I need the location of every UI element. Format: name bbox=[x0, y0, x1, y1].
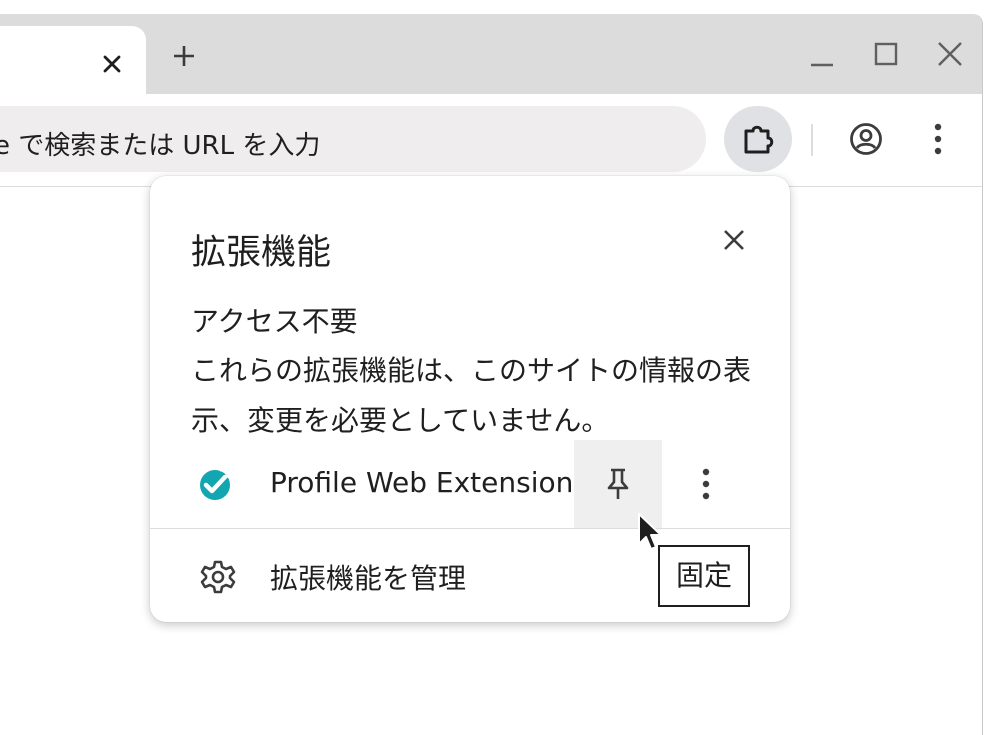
gear-icon bbox=[200, 560, 236, 594]
maximize-icon bbox=[874, 42, 898, 66]
close-icon bbox=[938, 42, 962, 66]
close-icon bbox=[103, 55, 121, 73]
maximize-button[interactable] bbox=[868, 36, 904, 72]
tab-strip bbox=[0, 14, 982, 94]
more-vert-icon bbox=[702, 468, 710, 500]
toolbar-separator bbox=[811, 124, 813, 156]
pin-icon bbox=[607, 468, 629, 499]
browser-menu-button[interactable] bbox=[916, 117, 960, 161]
more-vert-icon bbox=[934, 123, 942, 155]
extension-name: Profile Web Extension bbox=[270, 466, 574, 499]
manage-extensions-label: 拡張機能を管理 bbox=[270, 562, 467, 595]
section-description: これらの拡張機能は、このサイトの情報の表示、変更を必要としていません。 bbox=[191, 354, 752, 437]
profile-button[interactable] bbox=[844, 117, 888, 161]
close-icon bbox=[724, 230, 744, 250]
active-tab[interactable] bbox=[0, 26, 146, 94]
address-bar-placeholder: e で検索または URL を入力 bbox=[0, 131, 321, 161]
popup-close-button[interactable] bbox=[714, 220, 754, 260]
toolbar: e で検索または URL を入力 bbox=[0, 94, 982, 187]
popup-title: 拡張機能 bbox=[191, 233, 332, 273]
tab-close-button[interactable] bbox=[96, 48, 128, 80]
minimize-icon bbox=[811, 63, 833, 67]
address-bar[interactable]: e で検索または URL を入力 bbox=[0, 106, 706, 172]
desktop-background bbox=[982, 0, 1000, 735]
check-badge-icon bbox=[200, 468, 234, 500]
extension-more-button[interactable] bbox=[686, 462, 726, 506]
new-tab-button[interactable] bbox=[166, 38, 202, 74]
mouse-cursor-icon bbox=[638, 513, 662, 550]
window-close-button[interactable] bbox=[932, 36, 968, 72]
minimize-button[interactable] bbox=[804, 36, 840, 72]
account-circle-icon bbox=[850, 123, 882, 155]
puzzle-icon bbox=[744, 125, 774, 154]
pin-tooltip: 固定 bbox=[658, 545, 751, 607]
plus-icon bbox=[174, 46, 194, 66]
section-heading: アクセス不要 bbox=[191, 305, 358, 338]
extensions-button[interactable] bbox=[724, 106, 792, 172]
extension-row[interactable]: Profile Web Extension bbox=[150, 438, 790, 528]
